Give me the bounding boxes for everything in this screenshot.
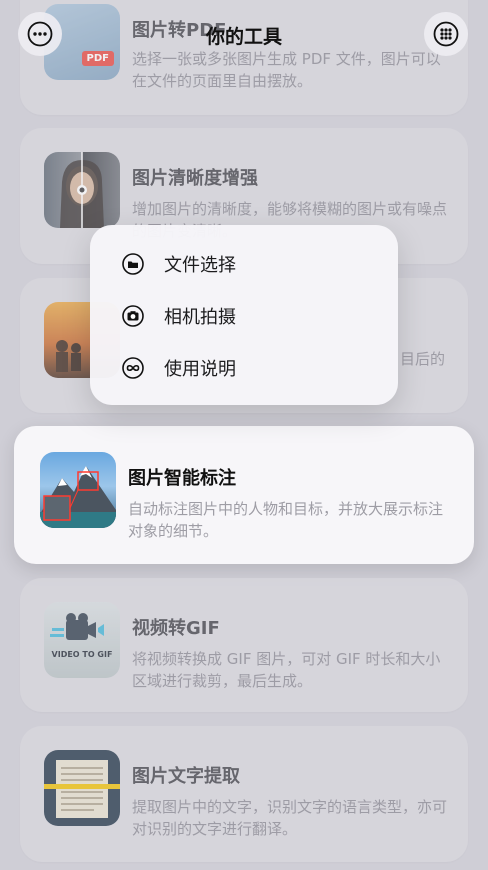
page-title: 你的工具 <box>205 26 282 48</box>
tool-title: 图片文字提取 <box>132 766 240 787</box>
grid-dots-icon <box>433 21 459 47</box>
video-gif-badge: VIDEO TO GIF <box>51 650 113 659</box>
context-menu: 文件选择 相机拍摄 使用说明 <box>90 225 398 405</box>
tool-description: 自动标注图片中的人物和目标，并放大展示标注对象的细节。 <box>128 500 444 540</box>
pdf-badge: PDF <box>81 51 114 66</box>
tool-description: 目后的 <box>400 350 446 368</box>
menu-item-camera[interactable]: 相机拍摄 <box>90 289 398 341</box>
tool-description: 选择一张或多张图片生成 PDF 文件，图片可以在文件的页面里自由摆放。 <box>132 50 441 90</box>
tool-card-image-to-pdf[interactable]: PDF 图片转PDF 选择一张或多张图片生成 PDF 文件，图片可以在文件的页面… <box>20 0 468 115</box>
menu-item-instructions[interactable]: 使用说明 <box>90 341 398 393</box>
tool-card-video-to-gif[interactable]: VIDEO TO GIF 视频转GIF 将视频转换成 GIF 图片，可对 GIF… <box>20 578 468 712</box>
menu-item-label: 使用说明 <box>164 359 236 380</box>
tool-title: 图片智能标注 <box>128 468 236 489</box>
menu-item-file-select[interactable]: 文件选择 <box>90 237 398 289</box>
infinity-icon <box>122 357 144 379</box>
ocr-thumbnail <box>44 750 120 826</box>
grid-button[interactable] <box>424 12 468 56</box>
menu-item-label: 文件选择 <box>164 255 236 276</box>
tool-title: 图片清晰度增强 <box>132 168 258 189</box>
menu-item-label: 相机拍摄 <box>164 307 236 328</box>
tool-title: 视频转GIF <box>132 618 220 639</box>
folder-icon <box>122 253 144 275</box>
video-gif-thumbnail: VIDEO TO GIF <box>44 602 120 678</box>
tool-description: 提取图片中的文字，识别文字的语言类型，亦可对识别的文字进行翻译。 <box>132 798 448 838</box>
tool-description: 将视频转换成 GIF 图片，可对 GIF 时长和大小区域进行裁剪，最后生成。 <box>132 650 441 690</box>
tool-card-text-extract[interactable]: 图片文字提取 提取图片中的文字，识别文字的语言类型，亦可对识别的文字进行翻译。 <box>20 726 468 862</box>
annotate-thumbnail <box>40 452 116 528</box>
enhance-thumbnail <box>44 152 120 228</box>
tool-card-smart-annotate[interactable]: 图片智能标注 自动标注图片中的人物和目标，并放大展示标注对象的细节。 <box>14 426 474 564</box>
camera-icon <box>122 305 144 327</box>
